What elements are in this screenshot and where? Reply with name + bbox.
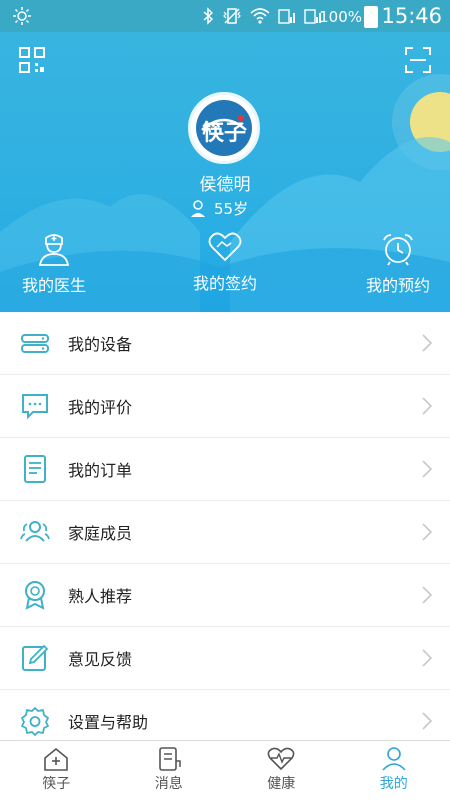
settings-gear-icon	[20, 706, 50, 736]
chevron-right-icon	[422, 712, 432, 730]
tab-label: 我的	[380, 776, 408, 792]
tab-health[interactable]: 健康	[225, 741, 338, 801]
user-icon	[190, 200, 206, 218]
chevron-right-icon	[422, 586, 432, 604]
menu-item-my-orders[interactable]: 我的订单	[0, 438, 450, 501]
heart-pulse-icon	[267, 747, 295, 771]
shortcut-my-appointment[interactable]: 我的预约	[356, 232, 440, 296]
menu-item-my-reviews[interactable]: 我的评价	[0, 375, 450, 438]
tab-messages[interactable]: 消息	[113, 741, 226, 801]
menu-item-referrals[interactable]: 熟人推荐	[0, 564, 450, 627]
user-name: 侯德明	[0, 170, 450, 195]
tab-label: 消息	[155, 776, 183, 792]
qr-code-icon[interactable]	[18, 46, 46, 74]
doctor-icon	[36, 232, 72, 266]
battery-icon	[364, 6, 378, 28]
shortcut-label: 我的医生	[22, 276, 86, 295]
user-avatar[interactable]: 筷子	[188, 92, 260, 164]
bluetooth-icon	[202, 7, 214, 25]
bottom-tab-bar: 筷子 消息 健康 我的	[0, 740, 450, 801]
tab-label: 筷子	[42, 776, 70, 792]
user-age: 55岁	[214, 198, 248, 219]
brightness-icon	[12, 6, 32, 26]
award-ribbon-icon	[20, 580, 50, 610]
device-icon	[20, 328, 50, 358]
logo-text: 筷子	[202, 120, 246, 146]
chevron-right-icon	[422, 397, 432, 415]
menu-item-label: 设置与帮助	[68, 709, 148, 733]
menu-item-label: 我的设备	[68, 331, 132, 355]
menu-item-feedback[interactable]: 意见反馈	[0, 627, 450, 690]
menu-item-label: 我的评价	[68, 394, 132, 418]
chevron-right-icon	[422, 334, 432, 352]
menu-item-label: 意见反馈	[68, 646, 132, 670]
order-list-icon	[20, 454, 50, 484]
alarm-clock-icon	[380, 232, 416, 266]
shortcut-my-doctor[interactable]: 我的医生	[14, 232, 94, 296]
signal-sim1-icon	[278, 7, 296, 25]
app-logo: 筷子	[194, 98, 254, 158]
status-bar: 100% 15:46	[0, 0, 450, 32]
menu-item-my-devices[interactable]: 我的设备	[0, 312, 450, 375]
shortcut-label: 我的预约	[366, 276, 430, 295]
family-icon	[20, 517, 50, 547]
vibrate-icon	[222, 7, 242, 25]
age-row: 55岁	[190, 198, 248, 219]
scan-icon[interactable]	[404, 46, 432, 74]
chat-bubble-icon	[20, 391, 50, 421]
shortcut-my-contract[interactable]: 我的签约	[185, 230, 265, 294]
chevron-right-icon	[422, 649, 432, 667]
tab-mine[interactable]: 我的	[338, 741, 450, 801]
handshake-icon	[207, 230, 243, 264]
menu-item-label: 家庭成员	[68, 520, 132, 544]
home-plus-icon	[43, 747, 69, 771]
message-icon	[156, 747, 182, 771]
shortcut-label: 我的签约	[193, 274, 257, 293]
menu-item-label: 熟人推荐	[68, 583, 132, 607]
menu-list: 我的设备 我的评价 我的订单 家庭成员 熟人推	[0, 312, 450, 752]
person-icon	[381, 747, 407, 771]
edit-feedback-icon	[20, 643, 50, 673]
profile-header: 筷子 侯德明 55岁 我的医生 我的签约 我的预约	[0, 32, 450, 312]
wifi-icon	[250, 7, 270, 25]
chevron-right-icon	[422, 523, 432, 541]
tab-home[interactable]: 筷子	[0, 741, 113, 801]
battery-percent: 100%	[319, 8, 362, 26]
menu-item-label: 我的订单	[68, 457, 132, 481]
menu-item-family-members[interactable]: 家庭成员	[0, 501, 450, 564]
chevron-right-icon	[422, 460, 432, 478]
clock-time: 15:46	[381, 4, 442, 28]
tab-label: 健康	[267, 776, 295, 792]
